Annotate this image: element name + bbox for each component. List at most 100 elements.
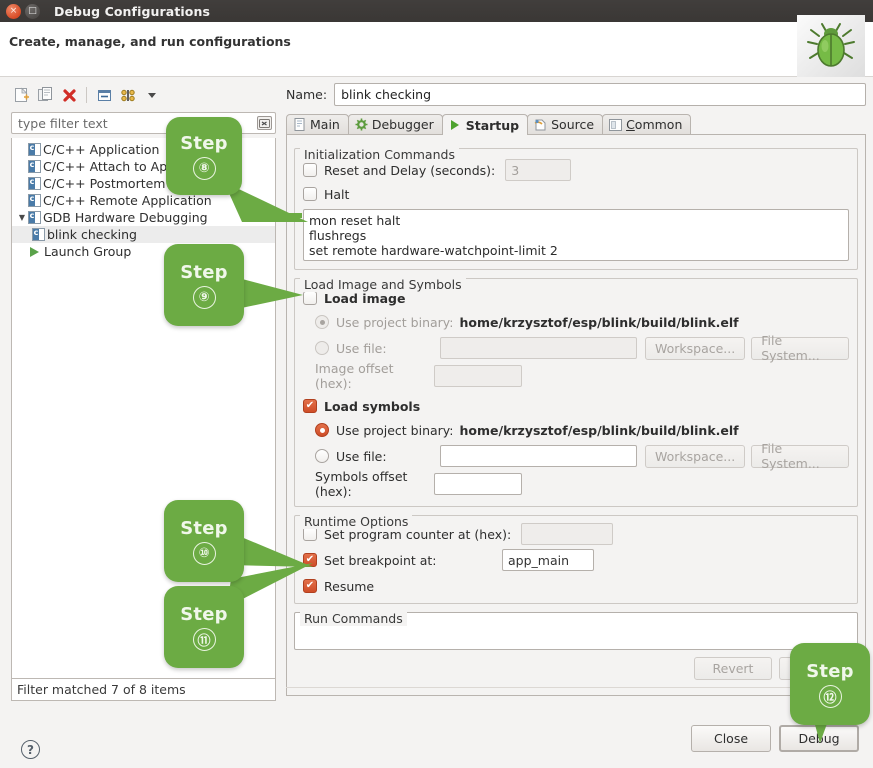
configurations-toolbar <box>7 82 280 108</box>
tab-debugger[interactable]: Debugger <box>348 114 443 134</box>
callout-step-8-number: ⑧ <box>193 157 216 180</box>
image-offset-input[interactable] <box>434 365 522 387</box>
dialog-header: Create, manage, and run configurations <box>0 22 873 77</box>
initialization-commands-textarea[interactable]: mon reset halt flushregs set remote hard… <box>303 209 849 261</box>
resume-label: Resume <box>324 579 374 594</box>
set-program-counter-input[interactable] <box>521 523 613 545</box>
callout-step-10-number: ⑩ <box>193 542 216 565</box>
dialog-subtitle: Create, manage, and run configurations <box>9 34 291 49</box>
window-maximize-button[interactable]: □ <box>25 4 40 19</box>
tree-item-label: blink checking <box>47 227 137 242</box>
tab-label: Startup <box>466 118 519 133</box>
source-lookup-icon <box>534 118 547 131</box>
symbols-use-project-binary-radio[interactable] <box>315 423 329 437</box>
load-symbols-row: Load symbols <box>303 394 849 418</box>
duplicate-launch-configuration-icon[interactable] <box>35 85 55 105</box>
halt-row: Halt <box>303 182 849 206</box>
window-close-button[interactable]: × <box>6 4 21 19</box>
symbols-use-project-binary-label: Use project binary: <box>336 423 454 438</box>
delete-launch-configuration-icon[interactable] <box>59 85 79 105</box>
image-project-binary-path: home/krzysztof/esp/blink/build/blink.elf <box>460 315 739 330</box>
debugger-gear-icon <box>355 118 368 131</box>
tab-label: Debugger <box>372 117 434 132</box>
reset-delay-seconds-input[interactable] <box>505 159 571 181</box>
run-commands-group: Run Commands <box>294 612 858 650</box>
symbols-offset-input[interactable] <box>434 473 522 495</box>
toolbar-separator <box>86 87 87 103</box>
new-launch-configuration-icon[interactable] <box>11 85 31 105</box>
help-icon[interactable]: ? <box>21 740 40 759</box>
image-use-file-input[interactable] <box>440 337 637 359</box>
group-title: Load Image and Symbols <box>300 277 466 292</box>
symbols-use-file-row: Use file: Workspace... File System... <box>303 442 849 470</box>
c-file-icon: c <box>28 194 41 207</box>
revert-button[interactable]: Revert <box>694 657 772 680</box>
filter-launch-configurations-icon[interactable] <box>118 85 138 105</box>
tab-startup[interactable]: Startup <box>442 114 528 135</box>
callout-step-11-word: Step <box>180 604 227 625</box>
symbols-use-file-radio[interactable] <box>315 449 329 463</box>
load-symbols-label: Load symbols <box>324 399 420 414</box>
maximize-icon: □ <box>25 4 40 19</box>
configuration-editor: Name: Main Debugger Startup <box>286 82 866 714</box>
tab-strip: Main Debugger Startup Source <box>286 114 866 135</box>
runtime-options-group: Runtime Options Set program counter at (… <box>294 515 858 604</box>
tab-label: Main <box>310 117 340 132</box>
startup-run-icon <box>449 119 462 132</box>
initialization-commands-group: Initialization Commands Reset and Delay … <box>294 148 858 270</box>
group-title: Runtime Options <box>300 514 412 529</box>
name-row: Name: <box>286 82 866 106</box>
tab-common[interactable]: Common <box>602 114 691 134</box>
c-file-icon: c <box>28 177 41 190</box>
close-icon: × <box>6 4 21 19</box>
symbols-use-file-input[interactable] <box>440 445 637 467</box>
resume-row: Resume <box>303 574 849 598</box>
load-image-and-symbols-group: Load Image and Symbols Load image Use pr… <box>294 278 858 507</box>
main-page-icon <box>293 118 306 131</box>
c-file-icon: c <box>28 143 41 156</box>
symbols-project-binary-path: home/krzysztof/esp/blink/build/blink.elf <box>460 423 739 438</box>
callout-step-9-number: ⑨ <box>193 286 216 309</box>
tree-item-label: C/C++ Application <box>43 142 159 157</box>
tab-main[interactable]: Main <box>286 114 349 134</box>
collapse-all-icon[interactable] <box>94 85 114 105</box>
callout-step-12: Step ⑫ <box>790 643 870 725</box>
reset-and-delay-label: Reset and Delay (seconds): <box>324 163 495 178</box>
symbols-filesystem-button[interactable]: File System... <box>751 445 849 468</box>
callout-step-12-number: ⑫ <box>819 685 842 708</box>
close-button[interactable]: Close <box>691 725 771 752</box>
common-icon <box>609 118 622 131</box>
image-use-file-radio[interactable] <box>315 341 329 355</box>
callout-step-9: Step ⑨ <box>164 244 244 326</box>
image-offset-row: Image offset (hex): <box>303 362 849 390</box>
image-use-file-row: Use file: Workspace... File System... <box>303 334 849 362</box>
symbols-offset-row: Symbols offset (hex): <box>303 470 849 498</box>
callout-step-9-word: Step <box>180 262 227 283</box>
name-label: Name: <box>286 87 327 102</box>
clear-filter-icon[interactable] <box>257 116 272 130</box>
tab-source[interactable]: Source <box>527 114 603 134</box>
set-breakpoint-row: Set breakpoint at: <box>303 546 849 574</box>
group-title: Run Commands <box>300 611 407 626</box>
group-title: Initialization Commands <box>300 147 459 162</box>
set-breakpoint-input[interactable] <box>502 549 594 571</box>
launch-group-icon <box>30 247 39 257</box>
image-use-project-binary-radio[interactable] <box>315 315 329 329</box>
startup-tab-panel: Initialization Commands Reset and Delay … <box>286 135 866 696</box>
image-filesystem-button[interactable]: File System... <box>751 337 849 360</box>
window-titlebar: × □ Debug Configurations <box>0 0 873 22</box>
load-symbols-checkbox[interactable] <box>303 399 317 413</box>
name-input[interactable] <box>334 83 866 106</box>
expander-icon[interactable]: ▼ <box>16 213 28 222</box>
load-image-checkbox[interactable] <box>303 291 317 305</box>
reset-and-delay-checkbox[interactable] <box>303 163 317 177</box>
symbols-workspace-button[interactable]: Workspace... <box>645 445 745 468</box>
image-workspace-button[interactable]: Workspace... <box>645 337 745 360</box>
toolbar-dropdown-icon[interactable] <box>142 85 162 105</box>
window-title: Debug Configurations <box>54 4 210 19</box>
tree-item-label: C/C++ Remote Application <box>43 193 212 208</box>
callout-step-11-number: ⑪ <box>193 628 216 651</box>
tree-item-label: GDB Hardware Debugging <box>43 210 208 225</box>
halt-label: Halt <box>324 187 349 202</box>
tab-label: Source <box>551 117 594 132</box>
